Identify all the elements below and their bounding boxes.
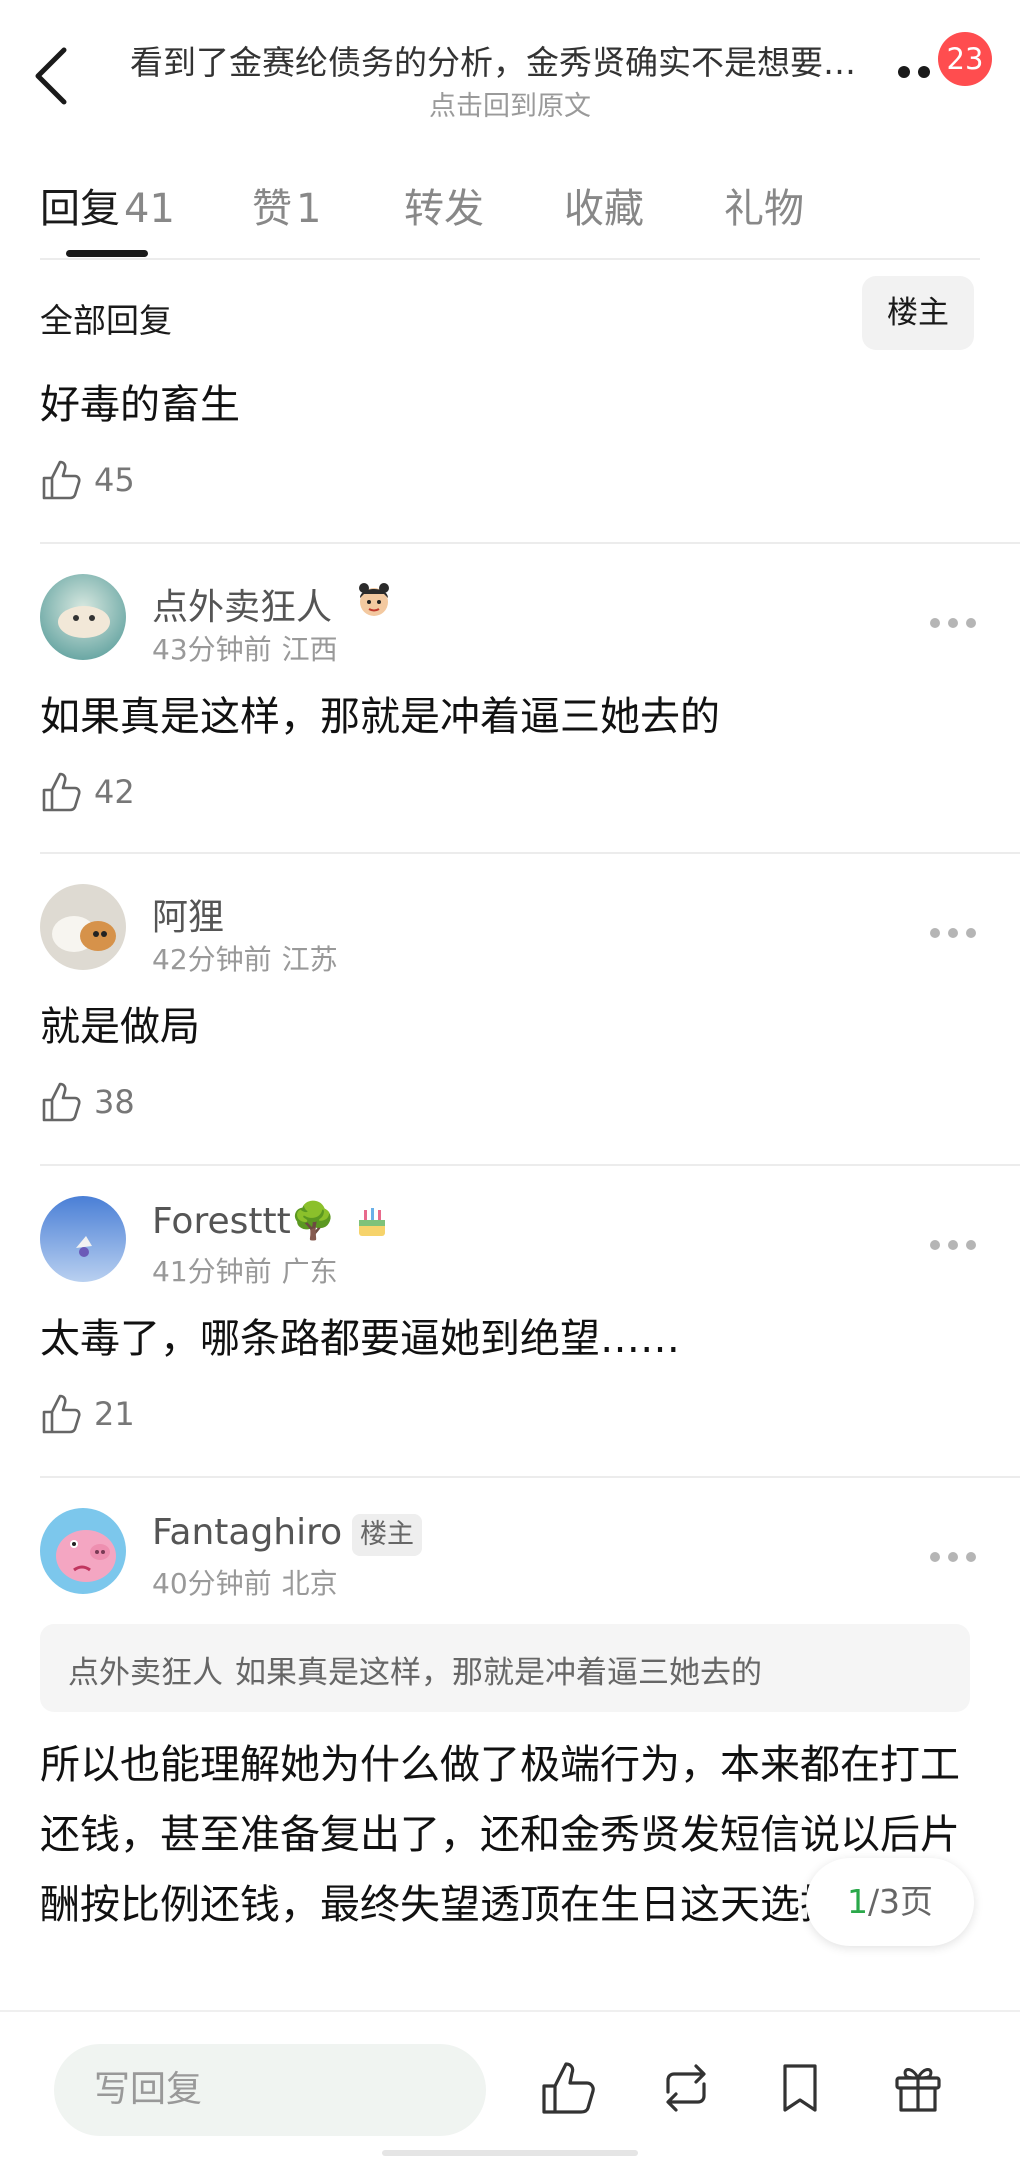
like-count: 45 <box>94 461 135 499</box>
comment-text: 如果真是这样，那就是冲着逼三她去的 <box>40 694 720 740</box>
tab-count: 41 <box>124 186 175 232</box>
comment-meta: 41分钟前 广东 <box>152 1250 338 1290</box>
location: 广东 <box>281 1255 338 1288</box>
timestamp: 41分钟前 <box>152 1255 272 1288</box>
comment-text: 太毒了，哪条路都要逼她到绝望…… <box>40 1316 680 1362</box>
thumbs-up-icon <box>42 1394 81 1434</box>
username[interactable]: Foresttt🌳 <box>152 1200 336 1242</box>
comment-text: 就是做局 <box>40 1004 200 1050</box>
location: 北京 <box>281 1567 338 1600</box>
username[interactable]: 阿狸 <box>152 888 224 940</box>
more-icon[interactable] <box>930 928 976 942</box>
avatar[interactable] <box>40 1196 126 1282</box>
comment-text: 好毒的畜生 <box>40 382 240 428</box>
thumbs-up-icon[interactable] <box>538 2058 598 2118</box>
tab-bar: 回复 41 赞1 转发 收藏 礼物 <box>0 170 1020 260</box>
avatar[interactable] <box>40 1508 126 1594</box>
location: 江西 <box>281 633 338 666</box>
home-indicator <box>382 2150 638 2156</box>
reply-placeholder: 写回复 <box>94 2069 203 2110</box>
quoted-reply-content: 点外卖狂人 如果真是这样，那就是冲着逼三她去的 <box>68 1647 762 1692</box>
username[interactable]: 点外卖狂人 <box>152 578 332 630</box>
reply-input[interactable]: 写回复 <box>54 2044 486 2136</box>
repost-icon[interactable] <box>656 2058 716 2118</box>
more-icon[interactable] <box>930 618 976 632</box>
tab-label: 赞 <box>252 186 292 232</box>
tab-label: 收藏 <box>564 186 644 232</box>
thumbs-up-icon <box>42 1082 81 1122</box>
username[interactable]: Fantaghiro <box>152 1512 342 1553</box>
quoted-username: 点外卖狂人 <box>68 1655 223 1691</box>
avatar[interactable] <box>40 574 126 660</box>
avatar-emoji-badge-icon <box>359 583 389 616</box>
tab-label: 转发 <box>404 186 484 232</box>
page-indicator[interactable]: 1/3页 <box>806 1858 974 1946</box>
divider <box>40 852 1020 854</box>
more-icon[interactable] <box>898 66 938 80</box>
cake-icon <box>359 1208 385 1236</box>
location: 江苏 <box>281 943 338 976</box>
timestamp: 40分钟前 <box>152 1567 272 1600</box>
more-icon[interactable] <box>930 1240 976 1254</box>
like-count: 42 <box>94 773 135 811</box>
comment-meta: 40分钟前 北京 <box>152 1562 338 1602</box>
avatar[interactable] <box>40 884 126 970</box>
divider <box>40 258 980 260</box>
divider <box>40 542 1020 544</box>
tab-label: 回复 <box>40 186 120 232</box>
like-count: 21 <box>94 1395 135 1433</box>
timestamp: 42分钟前 <box>152 943 272 976</box>
post-title[interactable]: 看到了金赛纶债务的分析，金秀贤确实不是想要… <box>130 36 890 84</box>
op-only-button[interactable]: 楼主 <box>862 276 974 350</box>
divider <box>40 1476 1020 1478</box>
all-replies-filter[interactable]: 全部回复 <box>40 294 172 342</box>
timestamp: 43分钟前 <box>152 633 272 666</box>
gift-icon[interactable] <box>888 2058 948 2118</box>
top-bar: 看到了金赛纶债务的分析，金秀贤确实不是想要… 点击回到原文 23 <box>0 0 1020 130</box>
tab-likes[interactable]: 赞1 <box>252 176 321 234</box>
like-count: 38 <box>94 1083 135 1121</box>
tab-favorites[interactable]: 收藏 <box>564 176 644 234</box>
notification-badge[interactable]: 23 <box>938 32 992 86</box>
tab-count: 1 <box>296 186 322 232</box>
total-pages: /3页 <box>867 1882 934 1921</box>
thumbs-up-icon <box>42 772 81 812</box>
bookmark-icon[interactable] <box>770 2058 830 2118</box>
quoted-text: 如果真是这样，那就是冲着逼三她去的 <box>235 1655 762 1691</box>
divider <box>40 1164 1020 1166</box>
more-icon[interactable] <box>930 1552 976 1566</box>
comment-meta: 42分钟前 江苏 <box>152 938 338 978</box>
tab-reposts[interactable]: 转发 <box>404 176 484 234</box>
tab-gifts[interactable]: 礼物 <box>724 176 804 234</box>
current-page: 1 <box>846 1882 868 1921</box>
tab-replies[interactable]: 回复 41 <box>40 176 175 234</box>
bottom-action-bar: 写回复 <box>0 2010 1020 2161</box>
op-badge: 楼主 <box>352 1514 422 1556</box>
tab-label: 礼物 <box>724 186 804 232</box>
active-tab-indicator <box>66 250 148 257</box>
quoted-reply[interactable]: 点外卖狂人 如果真是这样，那就是冲着逼三她去的 <box>40 1624 970 1712</box>
comment-meta: 43分钟前 江西 <box>152 628 338 668</box>
back-to-post-link[interactable]: 点击回到原文 <box>0 84 1020 123</box>
thumbs-up-icon <box>42 460 81 500</box>
